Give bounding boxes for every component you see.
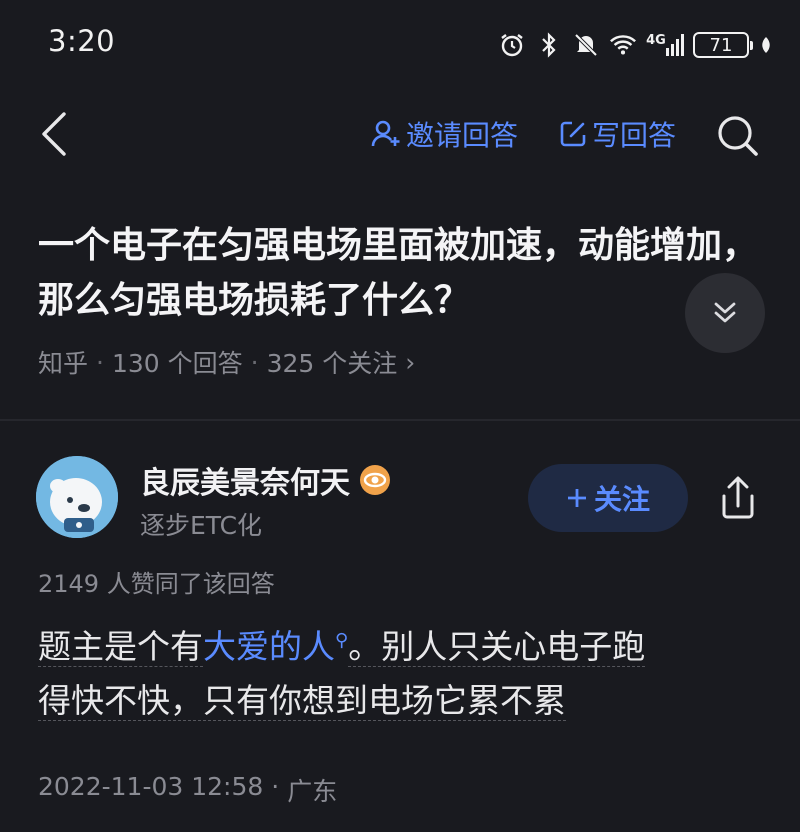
section-divider [0,419,800,421]
likes-count: 2149 人赞同了该回答 [38,570,275,598]
write-answer-label: 写回答 [592,119,677,152]
invite-answer-button[interactable]: 邀请回答 [370,112,518,156]
answer-count: 130 个回答 [111,349,243,378]
answer-body[interactable]: 题主是个有大爱的人⚲。别人只关心电子跑 得快不快，只有你想到电场它累不累 [38,614,758,728]
question-meta[interactable]: 知乎 · 130 个回答 · 325 个关注 › [38,344,415,380]
verified-badge-icon [360,465,390,495]
share-icon [722,476,754,519]
separator-dot: · [250,347,259,377]
avatar[interactable] [36,456,118,538]
question-title[interactable]: 一个电子在匀强电场里面被加速，动能增加，那么匀强电场损耗了什么？ [38,218,768,328]
author-name[interactable]: 良辰美景奈何天 [140,458,392,502]
invite-person-icon [371,120,400,147]
battery-level: 71 [709,34,733,56]
plus-icon [567,489,586,507]
double-chevron-down-icon [714,302,736,323]
chevron-right-icon: › [405,347,416,377]
answer-text: 得快不快，只有你想到电场它累不累 [38,681,566,721]
status-time: 3:20 [48,24,116,58]
status-icons: 4G 71 [498,28,774,62]
author-name-text: 良辰美景奈何天 [140,466,350,501]
separator-dot: · [271,772,280,801]
follow-label: 关注 [593,483,650,516]
expand-question-button[interactable] [685,273,765,353]
answer-text: 。别人只关心电子跑 [348,627,646,667]
answer-date: 2022-11-03 12:58 [38,772,264,801]
alarm-icon [498,31,526,59]
wifi-icon [609,31,637,59]
answer-location: 广东 [287,777,338,806]
write-answer-button[interactable]: 写回答 [558,112,676,156]
leaf-icon [758,31,774,59]
mute-icon [572,31,600,59]
network-type: 4G [646,32,666,48]
separator-dot: · [96,347,104,377]
answer-line-1: 题主是个有大爱的人⚲。别人只关心电子跑 [38,614,758,674]
cell-signal-icon: 4G [646,31,684,59]
battery-icon: 71 [693,32,753,58]
source-label: 知乎 [38,349,89,378]
avatar-bear-image [36,456,118,538]
answer-text: 题主是个有 [38,627,203,667]
keyword-link[interactable]: 大爱的人⚲ [203,627,348,666]
search-icon [718,116,758,156]
follower-count: 325 个关注 [266,349,398,378]
follow-button[interactable]: 关注 [528,464,688,532]
search-button[interactable] [712,110,764,162]
back-button[interactable] [30,108,78,160]
back-arrow-icon [42,112,66,156]
search-icon: ⚲ [335,630,349,651]
share-button[interactable] [712,472,764,524]
edit-icon [560,121,586,147]
answer-footer: 2022-11-03 12:58 · 广东 [38,772,337,808]
answer-line-2: 得快不快，只有你想到电场它累不累 [38,674,758,728]
keyword-text: 大爱的人 [203,627,335,666]
invite-answer-label: 邀请回答 [406,119,519,152]
author-bio: 逐步ETC化 [140,511,263,540]
bluetooth-icon [535,31,563,59]
